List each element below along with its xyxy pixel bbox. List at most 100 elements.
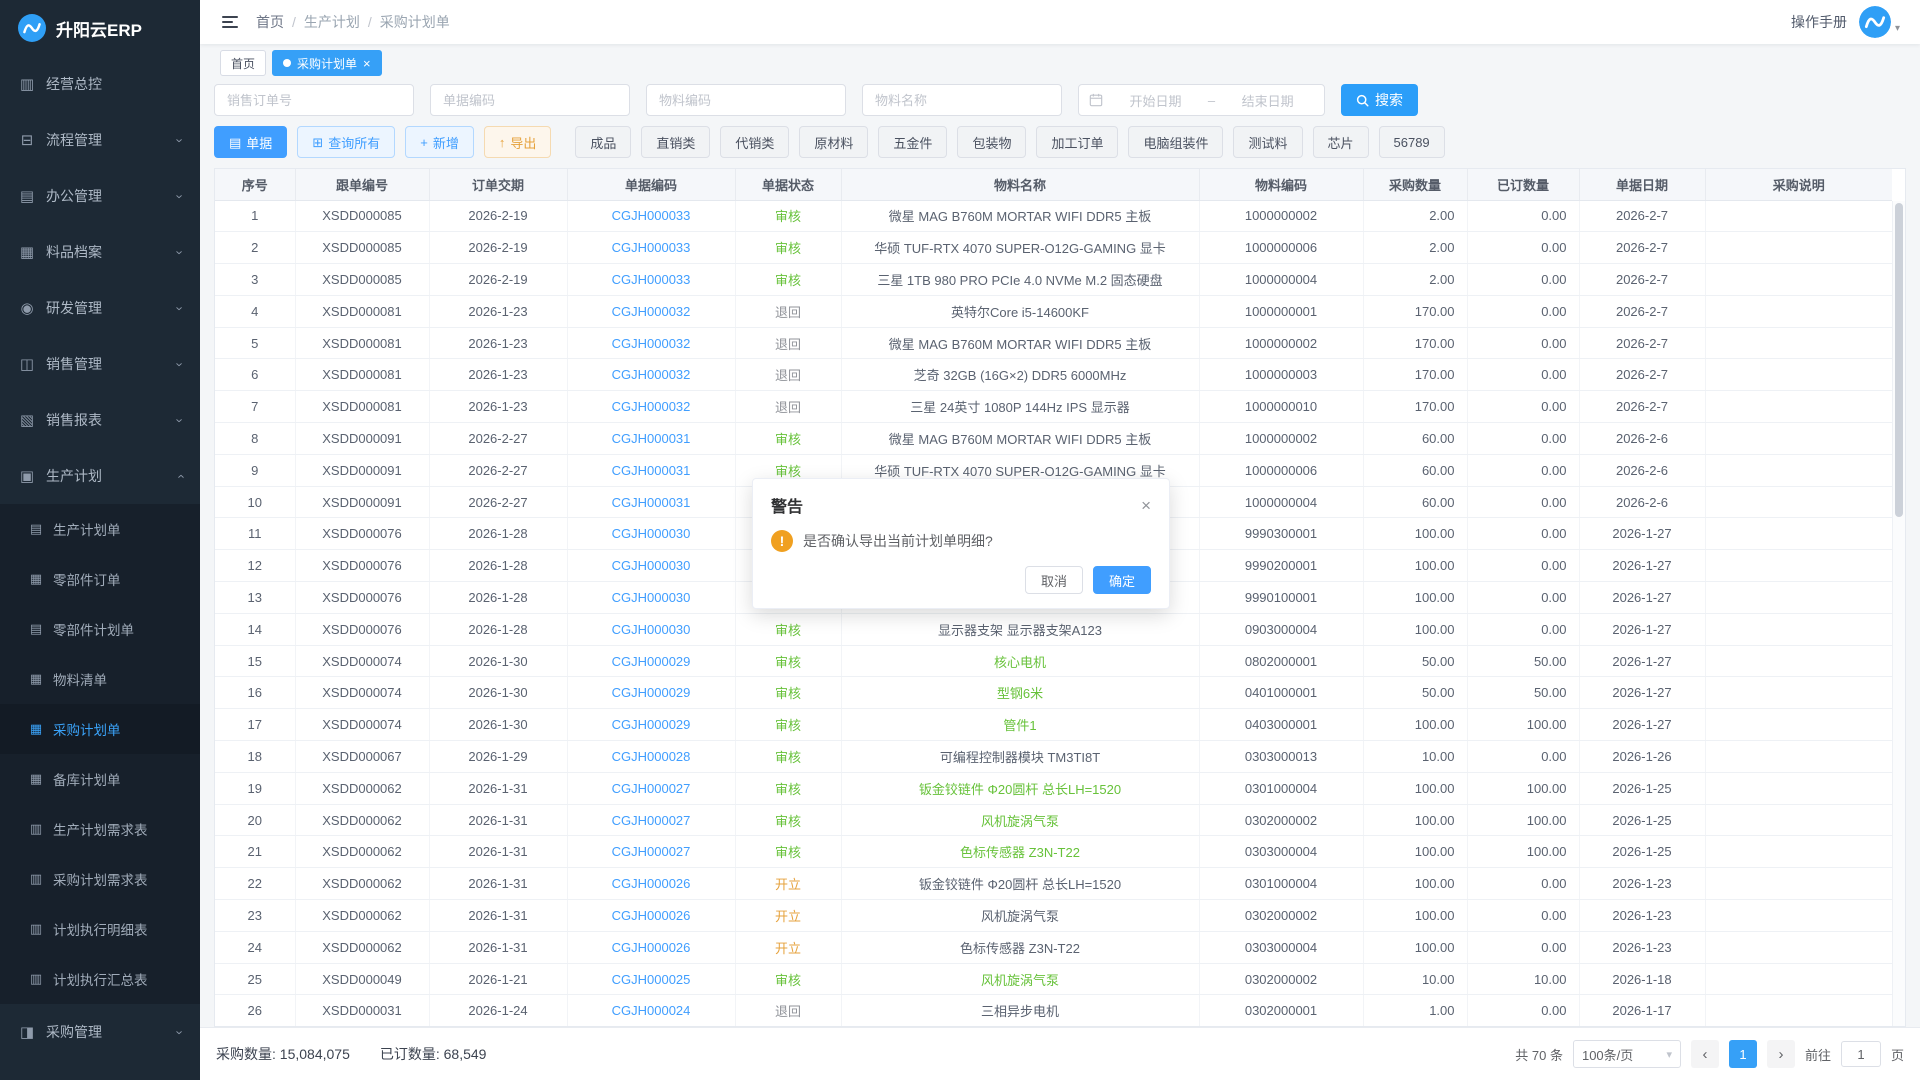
table-row[interactable]: 14XSDD0000762026-1-28CGJH000030审核显示器支架 显… — [215, 613, 1892, 645]
cell-code[interactable]: CGJH000026 — [567, 868, 735, 900]
category-button-3[interactable]: 原材料 — [799, 126, 868, 158]
scrollbar-thumb[interactable] — [1895, 203, 1903, 517]
table-row[interactable]: 4XSDD0000812026-1-23CGJH000032退回英特尔Core … — [215, 295, 1892, 327]
category-button-9[interactable]: 芯片 — [1313, 126, 1369, 158]
sidebar-item-sales[interactable]: ◫销售管理› — [0, 336, 200, 392]
sidebar-item-purchase-plan-demand[interactable]: ▥采购计划需求表 — [0, 854, 200, 904]
table-row[interactable]: 20XSDD0000622026-1-31CGJH000027审核风机旋涡气泵0… — [215, 804, 1892, 836]
table-row[interactable]: 2XSDD0000852026-2-19CGJH000033审核华硕 TUF-R… — [215, 232, 1892, 264]
sidebar-item-rnd[interactable]: ◉研发管理› — [0, 280, 200, 336]
search-button[interactable]: 搜索 — [1341, 84, 1418, 116]
cell-code[interactable]: CGJH000026 — [567, 900, 735, 932]
sales-order-input[interactable] — [214, 84, 414, 116]
table-row[interactable]: 25XSDD0000492026-1-21CGJH000025审核风机旋涡气泵0… — [215, 963, 1892, 995]
page-1-button[interactable]: 1 — [1729, 1040, 1757, 1068]
table-row[interactable]: 15XSDD0000742026-1-30CGJH000029审核核心电机080… — [215, 645, 1892, 677]
table-row[interactable]: 1XSDD0000852026-2-19CGJH000033审核微星 MAG B… — [215, 200, 1892, 232]
cell-code[interactable]: CGJH000027 — [567, 804, 735, 836]
sidebar-item-stock-plan-order[interactable]: ▦备库计划单 — [0, 754, 200, 804]
sidebar-item-prod-plan-order[interactable]: ▤生产计划单 — [0, 504, 200, 554]
cell-code[interactable]: CGJH000031 — [567, 423, 735, 455]
cell-code[interactable]: CGJH000030 — [567, 518, 735, 550]
cell-code[interactable]: CGJH000024 — [567, 995, 735, 1027]
doc-code-input[interactable] — [430, 84, 630, 116]
sidebar-item-bom[interactable]: ▦物料清单 — [0, 654, 200, 704]
tab-home[interactable]: 首页 — [220, 50, 266, 76]
table-row[interactable]: 7XSDD0000812026-1-23CGJH000032退回三星 24英寸 … — [215, 391, 1892, 423]
cell-code[interactable]: CGJH000031 — [567, 486, 735, 518]
sidebar-item-office[interactable]: ▤办公管理› — [0, 168, 200, 224]
sidebar-item-sales-report[interactable]: ▧销售报表› — [0, 392, 200, 448]
table-row[interactable]: 8XSDD0000912026-2-27CGJH000031审核微星 MAG B… — [215, 423, 1892, 455]
cell-code[interactable]: CGJH000028 — [567, 741, 735, 773]
user-avatar[interactable] — [1859, 6, 1891, 38]
manual-link[interactable]: 操作手册 — [1791, 12, 1847, 32]
table-row[interactable]: 5XSDD0000812026-1-23CGJH000032退回微星 MAG B… — [215, 327, 1892, 359]
tab-purchase-plan[interactable]: 采购计划单 × — [272, 50, 382, 76]
cancel-button[interactable]: 取消 — [1025, 566, 1083, 594]
cell-code[interactable]: CGJH000032 — [567, 359, 735, 391]
dialog-close-icon[interactable]: × — [1141, 497, 1151, 514]
export-button[interactable]: ↑ 导出 — [484, 126, 552, 158]
cell-code[interactable]: CGJH000027 — [567, 772, 735, 804]
table-row[interactable]: 17XSDD0000742026-1-30CGJH000029审核管件10403… — [215, 709, 1892, 741]
sidebar-item-dashboard[interactable]: ▥经营总控 — [0, 56, 200, 112]
cell-code[interactable]: CGJH000031 — [567, 454, 735, 486]
cell-code[interactable]: CGJH000027 — [567, 836, 735, 868]
cell-code[interactable]: CGJH000030 — [567, 582, 735, 614]
category-button-7[interactable]: 电脑组装件 — [1128, 126, 1223, 158]
next-page-button[interactable]: › — [1767, 1040, 1795, 1068]
query-all-button[interactable]: ⊞ 查询所有 — [297, 126, 395, 158]
cell-code[interactable]: CGJH000033 — [567, 264, 735, 296]
sidebar-item-purchase[interactable]: ◨采购管理› — [0, 1004, 200, 1060]
material-code-input[interactable] — [646, 84, 846, 116]
cell-code[interactable]: CGJH000026 — [567, 931, 735, 963]
cell-code[interactable]: CGJH000032 — [567, 295, 735, 327]
vertical-scrollbar[interactable] — [1892, 201, 1905, 1026]
tab-close-icon[interactable]: × — [363, 57, 371, 70]
category-button-10[interactable]: 56789 — [1379, 126, 1445, 158]
confirm-button[interactable]: 确定 — [1093, 566, 1151, 594]
category-button-2[interactable]: 代销类 — [720, 126, 789, 158]
table-row[interactable]: 18XSDD0000672026-1-29CGJH000028审核可编程控制器模… — [215, 741, 1892, 773]
breadcrumb-item[interactable]: 生产计划 — [304, 12, 360, 32]
cell-code[interactable]: CGJH000030 — [567, 613, 735, 645]
sidebar-item-workshop[interactable]: ⊡车间设置› — [0, 1060, 200, 1080]
category-button-0[interactable]: 成品 — [575, 126, 631, 158]
breadcrumb-item[interactable]: 首页 — [256, 12, 284, 32]
document-button[interactable]: ▤ 单据 — [214, 126, 287, 158]
table-row[interactable]: 6XSDD0000812026-1-23CGJH000032退回芝奇 32GB … — [215, 359, 1892, 391]
cell-code[interactable]: CGJH000033 — [567, 200, 735, 232]
sidebar-item-parts-order[interactable]: ▦零部件订单 — [0, 554, 200, 604]
table-row[interactable]: 16XSDD0000742026-1-30CGJH000029审核型钢6米040… — [215, 677, 1892, 709]
material-name-input[interactable] — [862, 84, 1062, 116]
sidebar-item-purchase-plan-order[interactable]: ▦采购计划单 — [0, 704, 200, 754]
sidebar-item-materials[interactable]: ▦料品档案› — [0, 224, 200, 280]
date-range-picker[interactable]: 开始日期 – 结束日期 — [1078, 84, 1325, 116]
category-button-8[interactable]: 测试料 — [1233, 126, 1302, 158]
category-button-5[interactable]: 包装物 — [957, 126, 1026, 158]
table-row[interactable]: 23XSDD0000622026-1-31CGJH000026开立风机旋涡气泵0… — [215, 900, 1892, 932]
sidebar-item-plan-exec-summary[interactable]: ▥计划执行汇总表 — [0, 954, 200, 1004]
cell-code[interactable]: CGJH000029 — [567, 645, 735, 677]
sidebar-item-process[interactable]: ⊟流程管理› — [0, 112, 200, 168]
prev-page-button[interactable]: ‹ — [1691, 1040, 1719, 1068]
cell-code[interactable]: CGJH000029 — [567, 709, 735, 741]
sidebar-item-plan-exec-detail[interactable]: ▥计划执行明细表 — [0, 904, 200, 954]
cell-code[interactable]: CGJH000033 — [567, 232, 735, 264]
cell-code[interactable]: CGJH000032 — [567, 391, 735, 423]
sidebar-item-production-plan[interactable]: ▣生产计划› — [0, 448, 200, 504]
collapse-menu-icon[interactable] — [220, 12, 240, 32]
page-size-select[interactable]: 100条/页 ▾ — [1573, 1040, 1681, 1068]
table-row[interactable]: 19XSDD0000622026-1-31CGJH000027审核钣金铰链件 Φ… — [215, 772, 1892, 804]
table-row[interactable]: 26XSDD0000312026-1-24CGJH000024退回三相异步电机0… — [215, 995, 1892, 1027]
sidebar-item-parts-plan-order[interactable]: ▤零部件计划单 — [0, 604, 200, 654]
cell-code[interactable]: CGJH000025 — [567, 963, 735, 995]
category-button-1[interactable]: 直销类 — [641, 126, 710, 158]
table-row[interactable]: 3XSDD0000852026-2-19CGJH000033审核三星 1TB 9… — [215, 264, 1892, 296]
sidebar-item-prod-plan-demand[interactable]: ▥生产计划需求表 — [0, 804, 200, 854]
category-button-6[interactable]: 加工订单 — [1036, 126, 1118, 158]
table-row[interactable]: 22XSDD0000622026-1-31CGJH000026开立钣金铰链件 Φ… — [215, 868, 1892, 900]
category-button-4[interactable]: 五金件 — [878, 126, 947, 158]
goto-page-input[interactable] — [1841, 1041, 1881, 1067]
